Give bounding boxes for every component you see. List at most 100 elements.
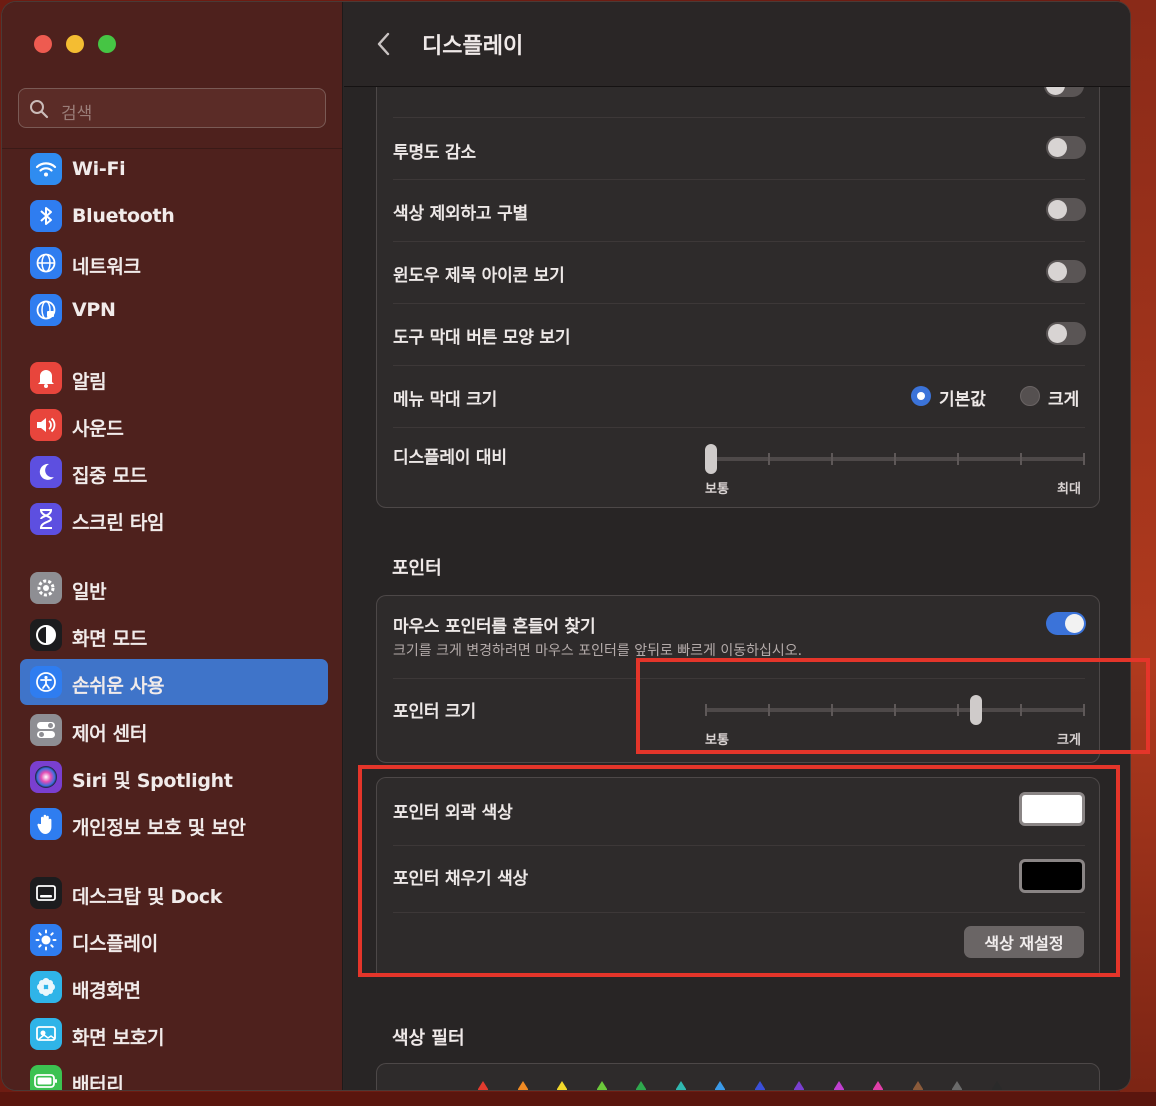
crayon-swatch [833,1080,845,1090]
toolbar: 디스플레이 [344,2,1130,87]
sidebar-item-screensaver[interactable]: 화면 보호기 [20,1011,328,1057]
sidebar-item-sun[interactable]: 디스플레이 [20,917,328,963]
flower-icon [30,971,62,1003]
sidebar-item-wifi[interactable]: Wi-Fi [20,146,328,192]
battery-icon [30,1065,62,1090]
page-title: 디스플레이 [422,34,524,59]
search-field[interactable]: 검색 [18,88,326,128]
sidebar-item-label: Bluetooth [72,205,175,227]
sidebar-item-toggles[interactable]: 제어 센터 [20,707,328,753]
sidebar-item-bluetooth[interactable]: Bluetooth [20,193,328,239]
minimize-window-button[interactable] [66,35,84,53]
shake-to-locate-label: 마우스 포인터를 흔들어 찾기 [393,617,596,637]
crayon-swatch [675,1080,687,1090]
sidebar-item-hourglass[interactable]: 스크린 타임 [20,496,328,542]
contrast-max-label: 최대 [1057,482,1081,497]
shake-to-locate-toggle[interactable] [1046,612,1086,635]
sun-icon [30,924,62,956]
reduce-transparency-toggle[interactable] [1046,136,1086,159]
menu-bar-large-radio[interactable] [1020,386,1040,406]
sidebar-item-label: 사운드 [72,418,124,440]
menu-bar-large-label: 크게 [1048,390,1080,410]
sidebar-item-dock[interactable]: 데스크탑 및 Dock [20,870,328,916]
sidebar: 검색 Wi-Fi Bluetooth 네트워크 VPN 알림사운드집중 모드스크린 타임… [2,2,343,1090]
sidebar-item-vpn-globe[interactable]: VPN [20,287,328,333]
sidebar-item-hand[interactable]: 개인정보 보호 및 보안 [20,801,328,847]
sidebar-item-label: 손쉬운 사용 [72,675,165,697]
sidebar-item-label: 디스플레이 [72,933,158,955]
crayon-swatch [951,1080,963,1090]
sidebar-item-flower[interactable]: 배경화면 [20,964,328,1010]
sidebar-item-label: 데스크탑 및 Dock [72,886,223,908]
crayon-swatch [793,1080,805,1090]
menu-bar-default-radio[interactable] [911,386,931,406]
toolbar-button-shapes-toggle[interactable] [1046,322,1086,345]
sidebar-item-label: 배터리 [72,1074,124,1090]
sidebar-item-label: VPN [72,299,116,321]
sidebar-item-accessibility[interactable]: 손쉬운 사용 [20,659,328,705]
close-window-button[interactable] [34,35,52,53]
zoom-window-button[interactable] [98,35,116,53]
reduce-transparency-label: 투명도 감소 [393,143,476,163]
menu-bar-size-label: 메뉴 막대 크기 [393,390,498,410]
slider-tick [957,453,959,465]
crayon-swatch [635,1080,647,1090]
sidebar-item-battery[interactable]: 배터리 [20,1058,328,1090]
display-contrast-label: 디스플레이 대비 [393,448,507,468]
reduce-transparency-row: 투명도 감소 [393,118,1086,179]
sidebar-item-label: 개인정보 보호 및 보안 [72,817,246,839]
sidebar-item-label: 일반 [72,581,107,603]
crayon-swatch [991,1080,1003,1090]
crayon-swatch [556,1080,568,1090]
bell-icon [30,362,62,394]
toggles-icon [30,714,62,746]
crayon-swatch [714,1080,726,1090]
slider-tick [1083,453,1085,465]
window-title-icons-row: 윈도우 제목 아이콘 보기 [393,242,1086,303]
sidebar-item-label: 제어 센터 [72,723,148,745]
window-title-icons-toggle[interactable] [1046,260,1086,283]
sidebar-item-label: 알림 [72,371,107,393]
sidebar-item-label: 화면 모드 [72,628,148,650]
sidebar-item-label: Siri 및 Spotlight [72,770,233,792]
crayon-swatch [596,1080,608,1090]
crayon-swatch [754,1080,766,1090]
sidebar-item-moon[interactable]: 집중 모드 [20,449,328,495]
shake-to-locate-description: 크기를 크게 변경하려면 마우스 포인터를 앞뒤로 빠르게 이동하십시오. [393,643,803,659]
search-placeholder: 검색 [61,104,93,124]
differentiate-without-color-toggle[interactable] [1046,198,1086,221]
slider-tick [831,453,833,465]
display-contrast-slider[interactable] [705,444,1085,474]
sidebar-item-gear[interactable]: 일반 [20,565,328,611]
wifi-icon [30,153,62,185]
sidebar-item-label: 스크린 타임 [72,512,165,534]
sidebar-item-bell[interactable]: 알림 [20,355,328,401]
hidden-row-toggle[interactable] [1044,87,1084,97]
vpn-globe-icon [30,294,62,326]
differentiate-without-color-row: 색상 제외하고 구별 [393,180,1086,241]
window-title-icons-label: 윈도우 제목 아이콘 보기 [393,266,565,286]
crayon-swatch [912,1080,924,1090]
display-options-card: 투명도 감소 색상 제외하고 구별 윈도우 제목 아이콘 보기 도구 막대 버튼… [376,87,1100,508]
annotation-box-pointer-size [636,658,1150,754]
sidebar-item-appearance[interactable]: 화면 모드 [20,612,328,658]
search-icon [30,100,49,119]
sidebar-item-speaker[interactable]: 사운드 [20,402,328,448]
appearance-icon [30,619,62,651]
sidebar-item-globe[interactable]: 네트워크 [20,240,328,286]
gear-icon [30,572,62,604]
dock-icon [30,877,62,909]
slider-thumb[interactable] [705,444,717,474]
accessibility-icon [30,666,62,698]
display-contrast-row: 디스플레이 대비 보통 최대 [393,428,1085,508]
contrast-min-label: 보통 [705,482,729,497]
crayon-swatch [872,1080,884,1090]
sidebar-item-siri[interactable]: Siri 및 Spotlight [20,754,328,800]
slider-tick [1020,453,1022,465]
chevron-left-icon [377,32,390,56]
slider-tick [894,453,896,465]
hourglass-icon [30,503,62,535]
back-button[interactable] [372,30,396,58]
color-filter-section-title: 색상 필터 [392,1028,465,1049]
differentiate-without-color-label: 색상 제외하고 구별 [393,204,528,224]
